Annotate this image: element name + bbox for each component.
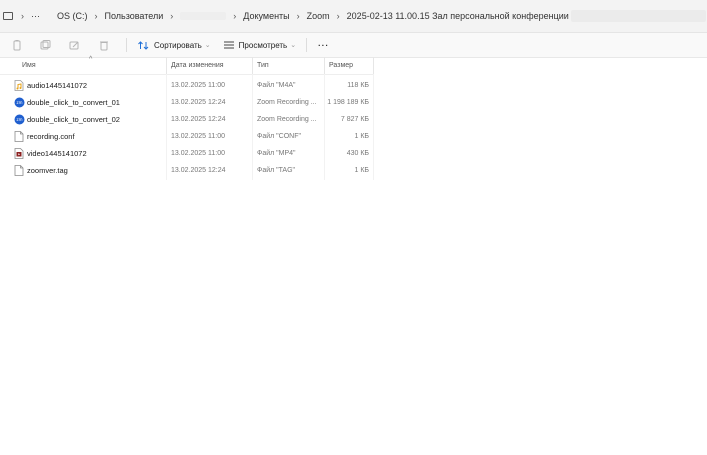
file-type: Zoom Recording ... — [257, 99, 317, 106]
breadcrumb-user-redacted[interactable] — [180, 12, 227, 20]
breadcrumb-documents[interactable]: Документы — [243, 11, 289, 21]
column-header-name[interactable]: Имя — [22, 57, 36, 74]
file-date: 13.02.2025 11:00 — [171, 82, 225, 89]
breadcrumb-current-folder[interactable]: 2025-02-13 11.00.15 Зал персональной кон… — [347, 11, 569, 21]
chevron-right-icon: › — [21, 11, 24, 21]
delete-icon[interactable] — [98, 40, 109, 51]
zoom-recording-icon: zm — [14, 97, 25, 108]
svg-text:zm: zm — [17, 100, 23, 105]
copy-icon[interactable] — [40, 39, 51, 51]
file-type: Zoom Recording ... — [257, 116, 317, 123]
file-row[interactable]: zm double_click_to_convert_01 13.02.2025… — [0, 94, 374, 111]
view-label: Просмотреть — [238, 40, 288, 50]
more-options-icon: ··· — [318, 40, 330, 50]
file-row[interactable]: zm double_click_to_convert_02 13.02.2025… — [0, 111, 374, 128]
file-list: audio1445141072 13.02.2025 11:00 Файл "M… — [0, 77, 374, 179]
file-date: 13.02.2025 12:24 — [171, 116, 226, 123]
file-size: 1 КБ — [354, 167, 369, 174]
file-name: double_click_to_convert_01 — [27, 98, 120, 107]
sort-label: Сортировать — [154, 40, 202, 50]
chevron-right-icon: › — [233, 11, 237, 21]
chevron-right-icon: › — [94, 11, 98, 21]
file-size: 118 КБ — [347, 82, 369, 89]
file-type: Файл "CONF" — [257, 133, 301, 140]
view-icon — [223, 41, 234, 49]
file-row[interactable]: recording.conf 13.02.2025 11:00 Файл "CO… — [0, 128, 374, 145]
file-name: zoomver.tag — [27, 166, 68, 175]
file-row[interactable]: audio1445141072 13.02.2025 11:00 Файл "M… — [0, 77, 374, 94]
file-type: Файл "M4A" — [257, 82, 296, 89]
chevron-down-icon: ⌄ — [204, 42, 211, 49]
command-bar: Сортировать ⌄ Просмотреть ⌄ ··· — [0, 33, 707, 58]
file-date: 13.02.2025 11:00 — [171, 150, 225, 157]
sort-button[interactable]: Сортировать ⌄ — [138, 41, 211, 50]
file-name: video1445141072 — [27, 149, 87, 158]
document-icon — [14, 131, 24, 142]
column-divider[interactable] — [166, 57, 167, 74]
zoom-recording-icon: zm — [14, 114, 25, 125]
column-divider[interactable] — [324, 57, 325, 74]
address-input-area[interactable] — [570, 10, 706, 22]
file-size: 430 КБ — [346, 150, 369, 157]
chevron-right-icon: › — [336, 11, 340, 21]
cut-icon[interactable] — [11, 39, 22, 51]
video-file-icon — [14, 148, 24, 159]
breadcrumb-overflow[interactable]: ··· — [31, 11, 40, 21]
rename-icon[interactable] — [69, 40, 80, 51]
file-type: Файл "TAG" — [257, 167, 295, 174]
toolbar-divider — [306, 38, 308, 52]
sort-ascending-icon: ^ — [89, 56, 93, 63]
file-size: 1 КБ — [354, 133, 369, 140]
breadcrumb-users[interactable]: Пользователи — [105, 11, 164, 21]
file-date: 13.02.2025 12:24 — [171, 167, 226, 174]
file-size: 1 198 189 КБ — [327, 99, 369, 106]
file-type: Файл "MP4" — [257, 150, 296, 157]
document-icon — [14, 165, 24, 176]
chevron-down-icon: ⌄ — [290, 42, 297, 49]
column-header-date[interactable]: Дата изменения — [171, 57, 224, 74]
column-divider[interactable] — [373, 57, 374, 74]
breadcrumb-zoom[interactable]: Zoom — [307, 11, 330, 21]
file-date: 13.02.2025 11:00 — [171, 133, 225, 140]
column-header-size[interactable]: Размер — [329, 57, 353, 74]
monitor-icon — [3, 12, 13, 20]
chevron-right-icon: › — [170, 11, 174, 21]
column-header-row: ^ Имя Дата изменения Тип Размер — [0, 56, 374, 75]
file-row[interactable]: video1445141072 13.02.2025 11:00 Файл "M… — [0, 145, 374, 162]
sort-icon — [138, 40, 149, 50]
breadcrumb-drive[interactable]: OS (C:) — [57, 11, 88, 21]
file-size: 7 827 КБ — [340, 116, 369, 123]
svg-text:zm: zm — [17, 117, 23, 122]
address-bar[interactable]: › ··· OS (C:) › Пользователи › › Докумен… — [0, 0, 707, 33]
file-name: audio1445141072 — [27, 81, 88, 90]
file-row[interactable]: zoomver.tag 13.02.2025 12:24 Файл "TAG" … — [0, 162, 374, 179]
column-header-type[interactable]: Тип — [257, 57, 269, 74]
audio-file-icon — [14, 80, 24, 91]
column-divider[interactable] — [252, 57, 253, 74]
file-name: double_click_to_convert_02 — [27, 115, 120, 124]
file-date: 13.02.2025 12:24 — [171, 99, 226, 106]
view-button[interactable]: Просмотреть ⌄ — [223, 40, 297, 50]
toolbar-divider — [126, 38, 127, 52]
file-name: recording.conf — [27, 132, 75, 141]
more-options-button[interactable]: ··· — [318, 41, 329, 50]
chevron-right-icon: › — [296, 11, 300, 21]
